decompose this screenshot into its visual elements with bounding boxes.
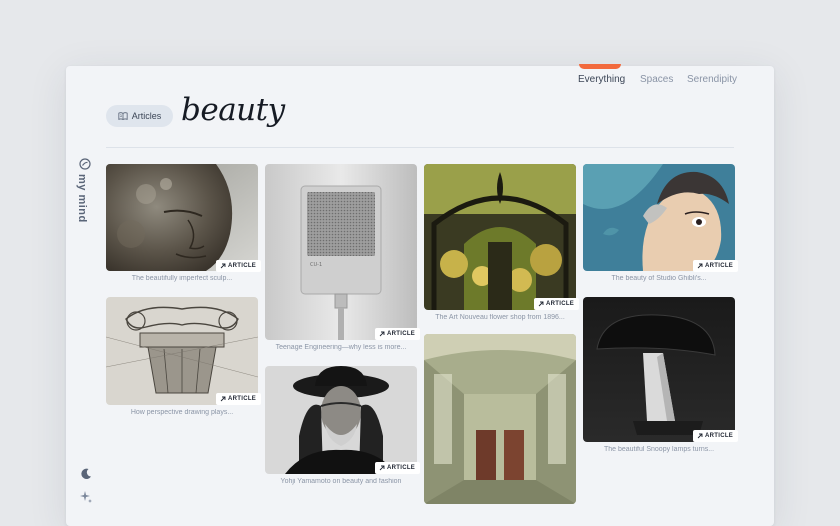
article-badge: ARTICLE [693, 260, 738, 272]
card-studio-ghibli[interactable]: ARTICLE The beauty of Studio Ghibli's... [583, 164, 735, 290]
external-arrow-icon [220, 396, 226, 402]
card-caption: The beauty of Studio Ghibli's... [583, 275, 735, 282]
view-tabs: Everything Spaces Serendipity [66, 66, 774, 94]
card-ghibli-image [583, 164, 735, 271]
brand-name: my mind [76, 174, 88, 223]
article-badge: ARTICLE [375, 328, 420, 340]
card-caption: The beautifully imperfect sculp... [106, 275, 258, 282]
article-badge: ARTICLE [216, 393, 261, 405]
article-badge: ARTICLE [375, 462, 420, 474]
card-perspective-image [106, 297, 258, 405]
mic-model-text: CU-1 [310, 262, 322, 268]
card-caption: Teenage Engineering—why less is more... [265, 344, 417, 351]
badge-label: ARTICLE [546, 301, 574, 307]
card-sculpture-image [106, 164, 258, 271]
card-flower-shop-image [424, 164, 576, 310]
external-arrow-icon [379, 465, 385, 471]
book-icon [118, 111, 128, 121]
badge-label: ARTICLE [705, 263, 733, 269]
card-caption: The beautiful Snoopy lamps turns... [583, 446, 735, 453]
brand[interactable]: my mind [72, 158, 100, 228]
header-divider [106, 147, 734, 148]
filter-pill-articles[interactable]: Articles [106, 105, 173, 127]
search-query[interactable]: beauty [181, 92, 285, 128]
article-badge: ARTICLE [534, 298, 579, 310]
card-hallway-image [424, 334, 576, 504]
card-microphone-image: CU-1 [265, 164, 417, 340]
external-arrow-icon [379, 331, 385, 337]
card-perspective-drawing[interactable]: ARTICLE How perspective drawing plays... [106, 297, 258, 423]
card-caption: The Art Nouveau flower shop from 1896... [424, 314, 576, 321]
card-sculpture[interactable]: ARTICLE The beautifully imperfect sculp.… [106, 164, 258, 290]
card-caption: Yohji Yamamoto on beauty and fashion [265, 478, 417, 485]
article-badge: ARTICLE [693, 430, 738, 442]
tab-spaces[interactable]: Spaces [640, 74, 673, 85]
badge-label: ARTICLE [228, 263, 256, 269]
card-yohji-yamamoto[interactable]: ARTICLE Yohji Yamamoto on beauty and fas… [265, 366, 417, 492]
filter-pill-label: Articles [132, 111, 162, 121]
card-portrait-image [265, 366, 417, 474]
external-arrow-icon [220, 263, 226, 269]
tab-serendipity[interactable]: Serendipity [687, 74, 737, 85]
card-teenage-engineering[interactable]: CU-1 ARTICLE Teenage Engineering—why les… [265, 164, 417, 360]
main-window: Everything Spaces Serendipity Articles b… [66, 66, 774, 526]
badge-label: ARTICLE [387, 331, 415, 337]
card-lamp-image [583, 297, 735, 442]
card-caption: How perspective drawing plays... [106, 409, 258, 416]
moon-icon[interactable] [79, 467, 93, 481]
tab-everything[interactable]: Everything [578, 74, 625, 85]
badge-label: ARTICLE [387, 465, 415, 471]
card-snoopy-lamp[interactable]: ARTICLE The beautiful Snoopy lamps turns… [583, 297, 735, 459]
article-badge: ARTICLE [216, 260, 261, 272]
mymind-logo-icon [79, 158, 91, 170]
badge-label: ARTICLE [228, 396, 256, 402]
card-art-nouveau[interactable]: ARTICLE The Art Nouveau flower shop from… [424, 164, 576, 326]
external-arrow-icon [697, 433, 703, 439]
badge-label: ARTICLE [705, 433, 733, 439]
active-tab-indicator [579, 64, 621, 69]
card-interior-hallway[interactable] [424, 334, 576, 504]
external-arrow-icon [538, 301, 544, 307]
external-arrow-icon [697, 263, 703, 269]
